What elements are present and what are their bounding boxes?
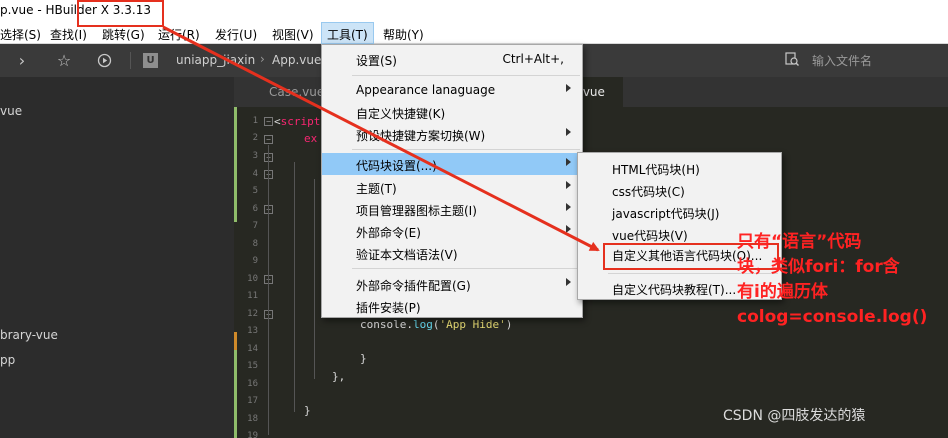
annotation-arrow: [162, 25, 600, 252]
annotation-line: 有i的遍历体: [737, 282, 828, 302]
annotation-note: 只有“语言”代码 块，类似fori：for含 有i的遍历体 colog=cons…: [737, 230, 947, 330]
annotation-line: 块，类似fori：for含: [737, 257, 900, 277]
annotation-line: colog=console.log(): [737, 307, 928, 327]
csdn-watermark: CSDN @四肢发达的猿: [723, 408, 866, 424]
annotation-line: 只有“语言”代码: [737, 232, 862, 252]
